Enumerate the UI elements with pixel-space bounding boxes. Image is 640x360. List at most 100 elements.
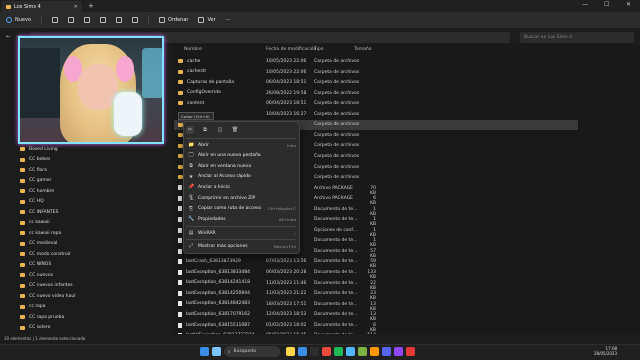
taskbar-app-icon[interactable] [406, 347, 415, 356]
sidebar-item-label: Boxed Living [29, 146, 58, 152]
clock[interactable]: 17:08 28/05/2023 [594, 346, 617, 356]
sidebar-item[interactable]: CC nuevo video haul [20, 291, 75, 301]
paste-button[interactable] [84, 17, 91, 23]
context-menu-item[interactable]: ⎘ Copiar como ruta de acceso Ctrl+Mayús+C [188, 204, 296, 215]
context-menu-item[interactable]: 📌 Anclar a Inicio [188, 182, 296, 193]
sidebar-item[interactable]: CC nuevos infantes [20, 281, 73, 291]
menu-item-shortcut: Mayús+F10 [273, 243, 296, 249]
view-button[interactable]: Ver [198, 17, 216, 23]
context-menu-item[interactable]: 🗜 Comprimir en archivo ZIP [188, 193, 296, 204]
file-name: lastCrash_63813873929 [186, 259, 241, 265]
sidebar-item[interactable]: cc ropa [20, 302, 46, 312]
sort-button[interactable]: Ordenar [159, 17, 188, 23]
widgets-icon[interactable] [212, 347, 221, 356]
file-name: lastException_63814241418 [186, 280, 251, 286]
sidebar-item[interactable]: cc kawaii ropa [20, 228, 61, 238]
taskbar-app-icon[interactable] [286, 347, 295, 356]
sidebar-item-label: cc kawaii ropa [29, 230, 62, 236]
ctx-copy-icon[interactable]: ⧉ [201, 126, 209, 134]
context-menu-item[interactable]: ⤢ Mostrar más opciones Mayús+F10 [188, 241, 296, 252]
sidebar-item[interactable]: Boxed Living [20, 144, 58, 154]
close-window-button[interactable]: ✕ [626, 1, 631, 8]
search-input[interactable]: Buscar en Los Sims 4 [520, 32, 634, 43]
file-date: 06/03/2023 20:28 [266, 270, 307, 275]
file-name: lastException_63814250844 [186, 290, 251, 296]
file-name: cache [187, 58, 201, 64]
sidebar-item[interactable]: CC INFANTES [20, 207, 58, 217]
sidebar-item-label: CC nuevo video haul [29, 293, 76, 299]
context-menu-item[interactable]: ⧉ Abrir en ventana nueva [188, 161, 296, 172]
taskbar-app-icon[interactable] [382, 347, 391, 356]
start-icon[interactable] [200, 347, 209, 356]
context-menu-item[interactable]: ▤ WinRAR › [188, 228, 296, 239]
ctx-cut-icon[interactable]: ✂ [186, 126, 194, 134]
context-menu-item[interactable]: 🗔 Abrir en una nueva pestaña [188, 151, 296, 162]
folder-icon [20, 294, 25, 298]
file-date: 10/04/2023 16:27 [266, 111, 307, 117]
copy-button[interactable] [68, 17, 75, 23]
tab-los-sims-4[interactable]: Los Sims 4 ✕ [2, 1, 82, 12]
file-date: 12/04/2023 18:52 [266, 312, 307, 318]
column-header-size[interactable]: Tamaño [354, 47, 372, 52]
file-date: 06/04/2023 18:51 [266, 80, 307, 86]
context-menu-item[interactable]: 📁 Abrir Intro [188, 140, 296, 151]
taskbar-search[interactable]: ⌕ Búsqueda [224, 346, 280, 357]
menu-item-shortcut: › [294, 230, 296, 236]
cat-ear-right [116, 56, 134, 82]
sidebar-item[interactable]: CC flora [20, 165, 47, 175]
taskbar-app-icon[interactable] [310, 347, 319, 356]
sidebar-item[interactable]: CC modo construir [20, 249, 71, 259]
context-menu-item[interactable]: ★ Anclar al Acceso rápido [188, 172, 296, 183]
cut-button[interactable] [52, 17, 59, 23]
new-button[interactable]: Nuevo [6, 17, 31, 23]
menu-item-icon: 📁 [188, 142, 195, 149]
ctx-rename-icon[interactable]: ◫ [216, 126, 224, 134]
taskbar-app-icon[interactable] [334, 347, 343, 356]
file-type: Carpeta de archivos [314, 80, 360, 86]
sidebar-item[interactable]: cc kawaii [20, 218, 50, 228]
document-icon [178, 227, 182, 233]
sidebar-item[interactable]: CC solero [20, 323, 50, 333]
sidebar-item[interactable]: CC hombre [20, 186, 54, 196]
folder-icon [20, 147, 25, 151]
minimize-button[interactable]: — [582, 1, 588, 8]
file-date: 06/04/2023 18:51 [266, 101, 307, 107]
folder-icon [20, 283, 25, 288]
sidebar-item[interactable]: CC medieval [20, 239, 57, 249]
taskbar-app-icon[interactable] [346, 347, 355, 356]
taskbar-app-icon[interactable] [394, 347, 403, 356]
more-button[interactable]: ··· [226, 17, 231, 23]
context-menu-item[interactable]: 🔧 Propiedades Alt+Intro [188, 214, 296, 225]
back-arrow-icon[interactable]: ← [6, 33, 11, 40]
taskbar-app-icon[interactable] [358, 347, 367, 356]
delete-button[interactable] [132, 17, 139, 23]
folder-icon [20, 241, 25, 246]
file-type: Archivo PACKAGE [314, 196, 354, 202]
maximize-button[interactable]: ☐ [604, 1, 609, 8]
column-header-name[interactable]: Nombre [184, 47, 202, 52]
sidebar-item[interactable]: CC HQ [20, 197, 44, 207]
document-icon [178, 290, 182, 296]
new-tab-button[interactable]: + [88, 2, 94, 10]
column-header-date[interactable]: Fecha de modificación [266, 47, 316, 52]
sidebar-item[interactable]: CC NIÑOS [20, 260, 51, 270]
taskbar-app-icon[interactable] [370, 347, 379, 356]
folder-icon [178, 101, 183, 106]
sidebar-item[interactable]: CC ropa prueba [20, 312, 64, 322]
sidebar-item[interactable]: CC nuevos [20, 270, 53, 280]
folder-icon [20, 304, 25, 309]
sidebar-item[interactable]: CC gamer [20, 176, 51, 186]
document-icon [178, 322, 182, 328]
taskbar-app-icon[interactable] [298, 347, 307, 356]
rename-button[interactable] [100, 17, 107, 23]
sidebar-item-label: CC hombre [29, 188, 55, 194]
file-name: lastException_63814842483 [186, 301, 251, 307]
sidebar-item[interactable]: CC bebes [20, 155, 50, 165]
ctx-delete-icon[interactable]: 🗑 [231, 126, 239, 134]
share-button[interactable] [116, 17, 123, 23]
column-header-type[interactable]: Tipo [314, 47, 323, 52]
file-type: Carpeta de archivos [314, 90, 360, 96]
tab-close-icon[interactable]: ✕ [74, 4, 78, 10]
document-icon [178, 238, 182, 244]
taskbar-app-icon[interactable] [322, 347, 331, 356]
